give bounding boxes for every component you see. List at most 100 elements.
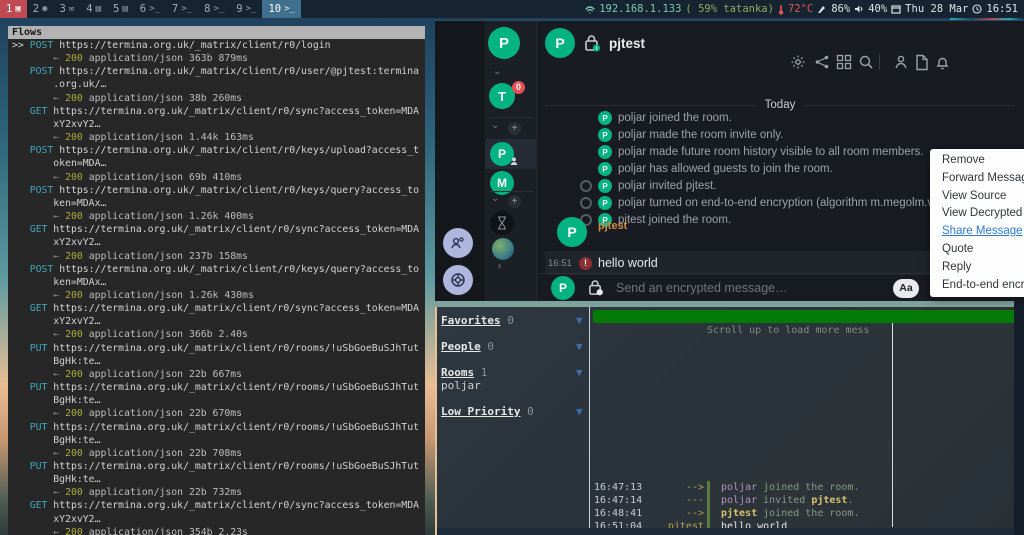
workspace-button-5[interactable]: 5▤	[107, 0, 134, 18]
chevron-right-icon[interactable]: ⌄	[494, 262, 504, 270]
day-divider-label: Today	[765, 99, 796, 111]
notifications-bell-icon[interactable]	[935, 54, 950, 71]
room-section-favorites[interactable]: Favorites 0	[441, 314, 514, 327]
flow-segment: https://termina.org.uk/_matrix/client/r0…	[53, 145, 419, 156]
composer-placeholder[interactable]: Send an encrypted message…	[616, 281, 788, 295]
calendar-icon	[891, 4, 901, 14]
share-icon[interactable]	[814, 54, 830, 70]
flow-line[interactable]: BgHk:te…	[12, 473, 425, 486]
flow-line[interactable]: GET https://termina.org.uk/_matrix/clien…	[12, 223, 425, 236]
workspace-button-10[interactable]: 10>_	[262, 0, 301, 18]
widgets-grid-icon[interactable]	[836, 54, 852, 70]
format-button[interactable]: Aa	[893, 279, 919, 298]
flow-line[interactable]: ← 200 application/json 1.26k 400ms	[12, 210, 425, 223]
room-section-low-priority[interactable]: Low Priority 0	[441, 405, 534, 418]
flow-line[interactable]: ← 200 application/json 22b 708ms	[12, 447, 425, 460]
collapse-triangle-icon[interactable]: ▼	[576, 366, 583, 379]
flow-segment: https://termina.org.uk/_matrix/client/r0…	[47, 106, 419, 117]
context-menu-item-quote[interactable]: Quote	[930, 241, 1024, 259]
flow-line[interactable]: ← 200 application/json 38b 260ms	[12, 92, 425, 105]
flow-line[interactable]: xY2xvY2…	[12, 315, 425, 328]
flow-line[interactable]: PUT https://termina.org.uk/_matrix/clien…	[12, 421, 425, 434]
search-icon[interactable]	[858, 54, 874, 70]
add-community-button[interactable]: +	[508, 195, 521, 208]
flow-line[interactable]: POST https://termina.org.uk/_matrix/clie…	[12, 184, 425, 197]
flow-line[interactable]: PUT https://termina.org.uk/_matrix/clien…	[12, 342, 425, 355]
workspace-button-9[interactable]: 9>_	[230, 0, 262, 18]
members-icon[interactable]	[893, 54, 909, 70]
workspace-button-8[interactable]: 8>_	[198, 0, 230, 18]
flow-line[interactable]: BgHk:te…	[12, 434, 425, 447]
context-menu-item-reply[interactable]: Reply	[930, 259, 1024, 277]
workspace-button-1[interactable]: 1▣	[0, 0, 27, 18]
flow-line[interactable]: ← 200 application/json 22b 732ms	[12, 486, 425, 499]
flow-line[interactable]: .org.uk/…	[12, 78, 425, 91]
context-menu-item-remove[interactable]: Remove	[930, 152, 1024, 170]
flow-line[interactable]: ← 200 application/json 366b 2.40s	[12, 328, 425, 341]
flow-line[interactable]: BgHk:te…	[12, 355, 425, 368]
flow-line[interactable]: POST https://termina.org.uk/_matrix/clie…	[12, 263, 425, 276]
flow-line[interactable]: ← 200 application/json 22b 670ms	[12, 407, 425, 420]
context-menu-item-forward-message[interactable]: Forward Message	[930, 170, 1024, 188]
workspace-button-4[interactable]: 4▤	[80, 0, 107, 18]
context-menu-item-end-to-end-encry[interactable]: End-to-end encry	[930, 277, 1024, 295]
chevron-down-icon[interactable]: ⌄	[491, 121, 499, 131]
room-section-rooms[interactable]: Rooms 1	[441, 366, 487, 379]
timeline-event: Ppoljar invited pjtest.	[580, 179, 716, 193]
flow-line[interactable]: POST https://termina.org.uk/_matrix/clie…	[12, 144, 425, 157]
pending-icon	[580, 197, 592, 209]
collapse-triangle-icon[interactable]: ▼	[576, 405, 583, 418]
user-avatar[interactable]: P	[488, 27, 520, 59]
room-list-item-poljar[interactable]: poljar	[441, 379, 481, 392]
flow-line[interactable]: ← 200 application/json 1.26k 430ms	[12, 289, 425, 302]
flow-line[interactable]: ← 200 application/json 354b 2.23s	[12, 526, 425, 535]
context-menu-item-view-source[interactable]: View Source	[930, 188, 1024, 206]
context-menu-item-share-message[interactable]: Share Message	[930, 223, 1024, 241]
event-text: pjtest joined the room.	[618, 214, 731, 226]
flow-line[interactable]: xY2xvY2…	[12, 118, 425, 131]
room-avatar-letter: M	[497, 176, 507, 190]
flow-line[interactable]: oken=MDA…	[12, 157, 425, 170]
flow-line[interactable]: PUT https://termina.org.uk/_matrix/clien…	[12, 381, 425, 394]
room-section-people[interactable]: People 0	[441, 340, 494, 353]
flow-segment: GET	[30, 500, 48, 511]
workspace-button-2[interactable]: 2◉	[27, 0, 54, 18]
book-icon: ▤	[122, 4, 127, 14]
flow-line[interactable]: ken=MDAx…	[12, 276, 425, 289]
chevron-down-icon[interactable]: ⌄	[491, 194, 499, 204]
flow-line[interactable]: GET https://termina.org.uk/_matrix/clien…	[12, 499, 425, 512]
workspace-list: 1▣2◉3✉4▤5▤6>_7>_8>_9>_10>_	[0, 0, 301, 18]
files-icon[interactable]	[914, 54, 929, 71]
community-avatar-hourglass[interactable]	[490, 211, 514, 235]
scrollback-bar	[593, 310, 1014, 323]
flow-line[interactable]: GET https://termina.org.uk/_matrix/clien…	[12, 302, 425, 315]
flow-line[interactable]: ← 200 application/json 22b 667ms	[12, 368, 425, 381]
flow-line[interactable]: ken=MDAx…	[12, 197, 425, 210]
flow-segment: ←	[12, 53, 65, 64]
settings-gear-icon[interactable]	[790, 54, 806, 70]
chevron-down-icon[interactable]: ⌄	[493, 67, 501, 77]
pending-spacer	[580, 163, 592, 175]
collapse-triangle-icon[interactable]: ▼	[576, 340, 583, 353]
flow-line[interactable]: POST https://termina.org.uk/_matrix/clie…	[12, 65, 425, 78]
flow-line[interactable]: ← 200 application/json 69b 410ms	[12, 171, 425, 184]
flow-line[interactable]: GET https://termina.org.uk/_matrix/clien…	[12, 105, 425, 118]
flow-segment	[12, 500, 30, 511]
flow-line[interactable]: PUT https://termina.org.uk/_matrix/clien…	[12, 460, 425, 473]
flow-line[interactable]: BgHk:te…	[12, 394, 425, 407]
flow-line[interactable]: ← 200 application/json 1.44k 163ms	[12, 131, 425, 144]
flow-line[interactable]: ← 200 application/json 237b 158ms	[12, 250, 425, 263]
flow-line[interactable]: xY2xvY2…	[12, 513, 425, 526]
context-menu-item-view-decrypted-s[interactable]: View Decrypted S	[930, 205, 1024, 223]
workspace-button-6[interactable]: 6>_	[134, 0, 166, 18]
flow-line[interactable]: >> POST https://termina.org.uk/_matrix/c…	[12, 39, 425, 52]
start-chat-button[interactable]	[443, 228, 473, 258]
community-avatar-earth[interactable]	[492, 238, 514, 260]
help-button[interactable]	[443, 265, 473, 295]
add-room-button[interactable]: +	[508, 122, 521, 135]
collapse-triangle-icon[interactable]: ▼	[576, 314, 583, 327]
flow-line[interactable]: xY2xvY2…	[12, 236, 425, 249]
workspace-button-7[interactable]: 7>_	[166, 0, 198, 18]
flow-line[interactable]: ← 200 application/json 363b 879ms	[12, 52, 425, 65]
workspace-button-3[interactable]: 3✉	[54, 0, 81, 18]
